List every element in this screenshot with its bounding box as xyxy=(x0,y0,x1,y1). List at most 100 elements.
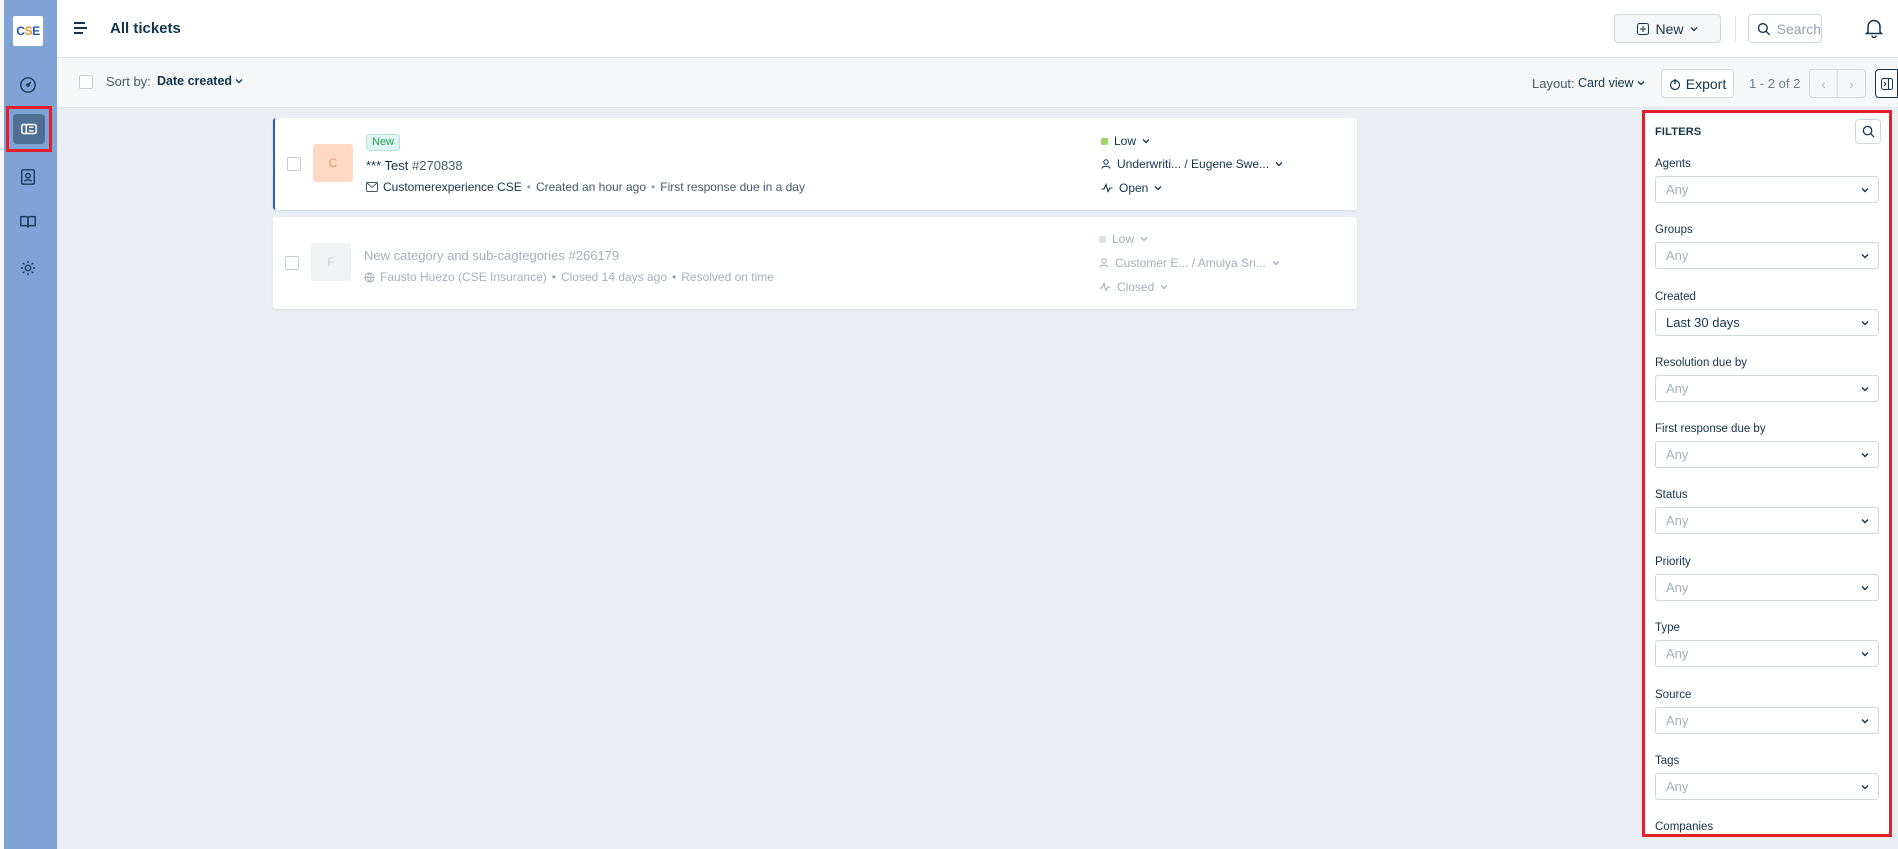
sort-label: Sort by: xyxy=(106,74,151,89)
chevron-down-icon xyxy=(1861,718,1869,723)
ticket-subject-link[interactable]: *** Test #270838 xyxy=(366,158,463,173)
meta-separator: • xyxy=(526,180,531,194)
sidebar-item-tickets[interactable] xyxy=(6,106,52,152)
dashboard-icon xyxy=(20,77,36,93)
filter-priority-select[interactable]: Any xyxy=(1655,574,1879,601)
logo-letter-s: S xyxy=(24,24,33,38)
sidebar-item-dashboard[interactable] xyxy=(14,71,42,99)
ticket-created: Created an hour ago xyxy=(535,180,647,194)
chevron-down-icon xyxy=(1861,651,1869,656)
filter-label: First response due by xyxy=(1655,423,1766,435)
filter-value: Last 30 days xyxy=(1666,315,1740,330)
user-icon xyxy=(1101,159,1111,169)
ticket-subject-link[interactable]: New category and sub-cagtegories #266179 xyxy=(364,248,619,263)
chevron-down-icon xyxy=(1861,253,1869,258)
filter-resolution-due-select[interactable]: Any xyxy=(1655,375,1879,402)
filter-groups-select[interactable]: Any xyxy=(1655,242,1879,269)
filter-agents-select[interactable]: Any xyxy=(1655,176,1879,203)
assignee-dropdown[interactable]: Customer E... / Amulya Sri... xyxy=(1099,256,1280,270)
filter-priority: Priority Any xyxy=(1655,556,1879,601)
admin-settings-icon xyxy=(20,260,36,276)
plus-square-icon xyxy=(1637,22,1650,35)
chevron-down-icon xyxy=(235,79,243,84)
chevron-down-icon xyxy=(1160,285,1168,290)
side-panel-icon xyxy=(1880,77,1893,90)
chevron-down-icon xyxy=(1861,518,1869,523)
sidebar-item-contacts[interactable] xyxy=(14,163,42,191)
filter-panel-toggle[interactable] xyxy=(1875,69,1898,98)
export-button[interactable]: Export xyxy=(1661,69,1734,98)
sidebar-item-admin[interactable] xyxy=(14,254,42,282)
portal-source-icon xyxy=(364,271,375,283)
ticket-requester[interactable]: Fausto Huezo (CSE Insurance) xyxy=(380,270,547,284)
ticket-checkbox[interactable] xyxy=(285,256,299,270)
cse-logo[interactable]: CSE xyxy=(13,16,43,46)
status-dropdown[interactable]: Open xyxy=(1101,181,1162,195)
ticket-requester[interactable]: Customerexperience CSE xyxy=(383,180,522,194)
ticket-checkbox[interactable] xyxy=(287,157,301,171)
global-search-box[interactable]: Search xyxy=(1748,14,1822,43)
filter-label: Created xyxy=(1655,291,1696,303)
ticket-created: Closed 14 days ago xyxy=(560,270,668,284)
search-icon xyxy=(1862,125,1875,138)
new-button[interactable]: New xyxy=(1614,14,1721,43)
filters-search-button[interactable] xyxy=(1855,119,1881,144)
chevron-down-icon xyxy=(1861,320,1869,325)
filter-label: Resolution due by xyxy=(1655,357,1748,369)
status-pulse-icon xyxy=(1101,183,1113,193)
page-title: All tickets xyxy=(110,20,181,37)
chevron-down-icon xyxy=(1861,452,1869,457)
filter-groups: Groups Any xyxy=(1655,224,1879,269)
filter-source-select[interactable]: Any xyxy=(1655,707,1879,734)
filter-companies: Companies xyxy=(1655,821,1879,834)
filter-label: Source xyxy=(1655,689,1692,701)
priority-value: Low xyxy=(1112,232,1135,246)
filter-type-select[interactable]: Any xyxy=(1655,640,1879,667)
ticket-card[interactable]: F New category and sub-cagtegories #2661… xyxy=(273,217,1357,309)
filter-resolution-due: Resolution due by Any xyxy=(1655,357,1879,402)
status-dropdown[interactable]: Closed xyxy=(1099,280,1168,294)
user-icon xyxy=(1099,258,1109,268)
chevron-down-icon xyxy=(1275,162,1283,167)
ticket-card[interactable]: C New *** Test #270838 Customerexperienc… xyxy=(273,118,1357,210)
filter-first-response-due-select[interactable]: Any xyxy=(1655,441,1879,468)
tickets-icon xyxy=(21,123,37,135)
filter-label: Type xyxy=(1655,622,1680,634)
notification-bell-icon[interactable] xyxy=(1865,18,1883,38)
hamburger-menu-icon[interactable] xyxy=(73,20,89,36)
filter-label: Tags xyxy=(1655,755,1680,767)
knowledge-base-icon xyxy=(20,215,36,228)
priority-indicator xyxy=(1101,137,1108,145)
filter-created-select[interactable]: Last 30 days xyxy=(1655,309,1879,336)
chevron-down-icon xyxy=(1142,139,1150,144)
sort-dropdown[interactable]: Date created xyxy=(157,74,243,88)
chevron-down-icon xyxy=(1861,585,1869,590)
select-all-checkbox[interactable] xyxy=(79,75,93,89)
email-source-icon xyxy=(366,182,378,192)
filter-tags-select[interactable]: Any xyxy=(1655,773,1879,800)
assignee-dropdown[interactable]: Underwriti... / Eugene Swe... xyxy=(1101,157,1283,171)
layout-dropdown[interactable]: Card view xyxy=(1578,76,1645,90)
sidebar-item-solutions[interactable] xyxy=(14,208,42,236)
ticket-number: #266179 xyxy=(568,248,620,263)
chevron-down-icon xyxy=(1154,186,1162,191)
filter-status-select[interactable]: Any xyxy=(1655,507,1879,534)
previous-page-button[interactable]: ‹ xyxy=(1809,69,1838,98)
chevron-down-icon xyxy=(1861,187,1869,192)
filter-label: Groups xyxy=(1655,224,1693,236)
filter-created: Created Last 30 days xyxy=(1655,291,1879,336)
next-page-button[interactable]: › xyxy=(1837,69,1866,98)
chevron-down-icon xyxy=(1690,26,1697,31)
new-button-label: New xyxy=(1655,20,1684,37)
chevron-right-icon: › xyxy=(1849,75,1854,92)
status-value: Open xyxy=(1119,181,1149,195)
header-divider xyxy=(1735,16,1736,42)
priority-dropdown[interactable]: Low xyxy=(1099,232,1148,246)
ticket-due: Resolved on time xyxy=(681,270,774,284)
filter-value: Any xyxy=(1666,713,1689,728)
priority-dropdown[interactable]: Low xyxy=(1101,134,1150,148)
filter-value: Any xyxy=(1666,381,1689,396)
filter-label: Companies xyxy=(1655,821,1714,833)
sort-value: Date created xyxy=(157,74,233,88)
filter-source: Source Any xyxy=(1655,689,1879,734)
